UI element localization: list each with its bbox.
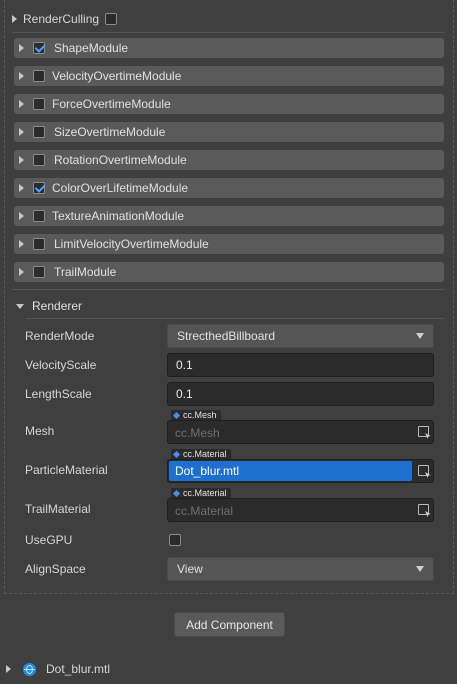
align-space-label: AlignSpace xyxy=(25,562,86,576)
module-checkbox[interactable] xyxy=(33,98,45,110)
trail-material-asset-field[interactable]: cc.Material xyxy=(167,498,434,522)
asset-type-icon xyxy=(172,489,181,498)
particle-material-value: Dot_blur.mtl xyxy=(175,464,240,478)
module-texture-animation[interactable]: TextureAnimationModule xyxy=(14,206,444,226)
module-label: ForceOvertimeModule xyxy=(52,97,171,111)
module-limit-velocity-overtime[interactable]: LimitVelocityOvertimeModule xyxy=(14,234,444,254)
divider xyxy=(12,289,445,290)
module-label: ColorOverLifetimeModule xyxy=(52,181,189,195)
module-force-overtime[interactable]: ForceOvertimeModule xyxy=(14,94,444,114)
mesh-label: Mesh xyxy=(25,424,55,438)
expand-arrow-icon[interactable] xyxy=(19,240,24,248)
render-mode-label: RenderMode xyxy=(25,329,95,343)
dropdown-arrow-icon xyxy=(416,566,424,572)
module-size-overtime[interactable]: SizeOvertimeModule xyxy=(14,122,444,142)
expand-arrow-icon[interactable] xyxy=(19,128,24,136)
asset-picker-icon[interactable] xyxy=(418,465,429,476)
mesh-placeholder: cc.Mesh xyxy=(175,426,220,440)
asset-entry-row[interactable]: Dot_blur.mtl xyxy=(6,660,110,678)
module-rotation-overtime[interactable]: RotationOvertimeModule xyxy=(14,150,444,170)
length-scale-input[interactable]: 0.1 xyxy=(167,382,434,406)
add-component-label: Add Component xyxy=(186,617,273,632)
render-culling-label: RenderCulling xyxy=(23,12,100,26)
module-label: TrailModule xyxy=(54,265,117,279)
expand-arrow-icon[interactable] xyxy=(6,665,11,673)
length-scale-value: 0.1 xyxy=(176,387,193,401)
velocity-scale-input[interactable]: 0.1 xyxy=(167,353,434,377)
module-color-over-lifetime[interactable]: ColorOverLifetimeModule xyxy=(14,178,444,198)
module-label: LimitVelocityOvertimeModule xyxy=(54,237,209,251)
asset-type-icon xyxy=(172,450,181,459)
expand-arrow-icon[interactable] xyxy=(19,44,24,52)
render-mode-select[interactable]: StrecthedBillboard xyxy=(167,324,434,348)
length-scale-label: LengthScale xyxy=(25,387,92,401)
use-gpu-label: UseGPU xyxy=(25,533,73,547)
module-checkbox[interactable] xyxy=(33,182,45,194)
expand-arrow-icon[interactable] xyxy=(19,212,24,220)
module-checkbox[interactable] xyxy=(33,42,45,54)
module-trail[interactable]: TrailModule xyxy=(14,262,444,282)
render-culling-checkbox[interactable] xyxy=(105,13,118,25)
divider xyxy=(26,318,445,319)
velocity-scale-value: 0.1 xyxy=(176,358,193,372)
module-label: VelocityOvertimeModule xyxy=(52,69,182,83)
module-checkbox[interactable] xyxy=(33,126,45,138)
module-label: ShapeModule xyxy=(54,41,129,55)
expand-arrow-icon[interactable] xyxy=(19,100,24,108)
use-gpu-checkbox[interactable] xyxy=(169,534,181,546)
module-checkbox[interactable] xyxy=(33,210,45,222)
render-culling-row[interactable]: RenderCulling xyxy=(12,10,118,28)
trail-material-placeholder: cc.Material xyxy=(175,504,234,518)
material-asset-icon xyxy=(23,662,36,676)
dropdown-arrow-icon xyxy=(416,333,424,339)
expand-arrow-icon[interactable] xyxy=(19,72,24,80)
trail-material-label: TrailMaterial xyxy=(25,502,91,516)
module-checkbox[interactable] xyxy=(33,154,45,166)
module-checkbox[interactable] xyxy=(33,238,45,250)
render-mode-value: StrecthedBillboard xyxy=(177,329,276,343)
add-component-button[interactable]: Add Component xyxy=(174,612,285,637)
particle-material-asset-field[interactable]: Dot_blur.mtl xyxy=(167,459,434,483)
mesh-asset-field[interactable]: cc.Mesh xyxy=(167,420,434,444)
asset-type-icon xyxy=(172,411,181,420)
particle-material-label: ParticleMaterial xyxy=(25,463,108,477)
asset-picker-icon[interactable] xyxy=(418,504,429,515)
velocity-scale-label: VelocityScale xyxy=(25,358,97,372)
module-label: SizeOvertimeModule xyxy=(54,125,166,139)
expand-arrow-icon[interactable] xyxy=(12,15,17,23)
module-checkbox[interactable] xyxy=(33,266,45,278)
asset-picker-icon[interactable] xyxy=(418,426,429,437)
module-label: RotationOvertimeModule xyxy=(54,153,187,167)
renderer-header[interactable]: Renderer xyxy=(16,298,82,314)
module-label: TextureAnimationModule xyxy=(52,209,185,223)
align-space-value: View xyxy=(177,562,203,576)
module-shape[interactable]: ShapeModule xyxy=(14,38,444,58)
module-velocity-overtime[interactable]: VelocityOvertimeModule xyxy=(14,66,444,86)
expand-arrow-icon[interactable] xyxy=(19,184,24,192)
expand-arrow-icon[interactable] xyxy=(19,268,24,276)
align-space-select[interactable]: View xyxy=(167,557,434,581)
asset-entry-label: Dot_blur.mtl xyxy=(46,662,111,676)
renderer-title: Renderer xyxy=(32,299,83,313)
collapse-arrow-icon[interactable] xyxy=(16,303,24,309)
expand-arrow-icon[interactable] xyxy=(19,156,24,164)
module-checkbox[interactable] xyxy=(33,70,45,82)
divider xyxy=(12,32,445,33)
